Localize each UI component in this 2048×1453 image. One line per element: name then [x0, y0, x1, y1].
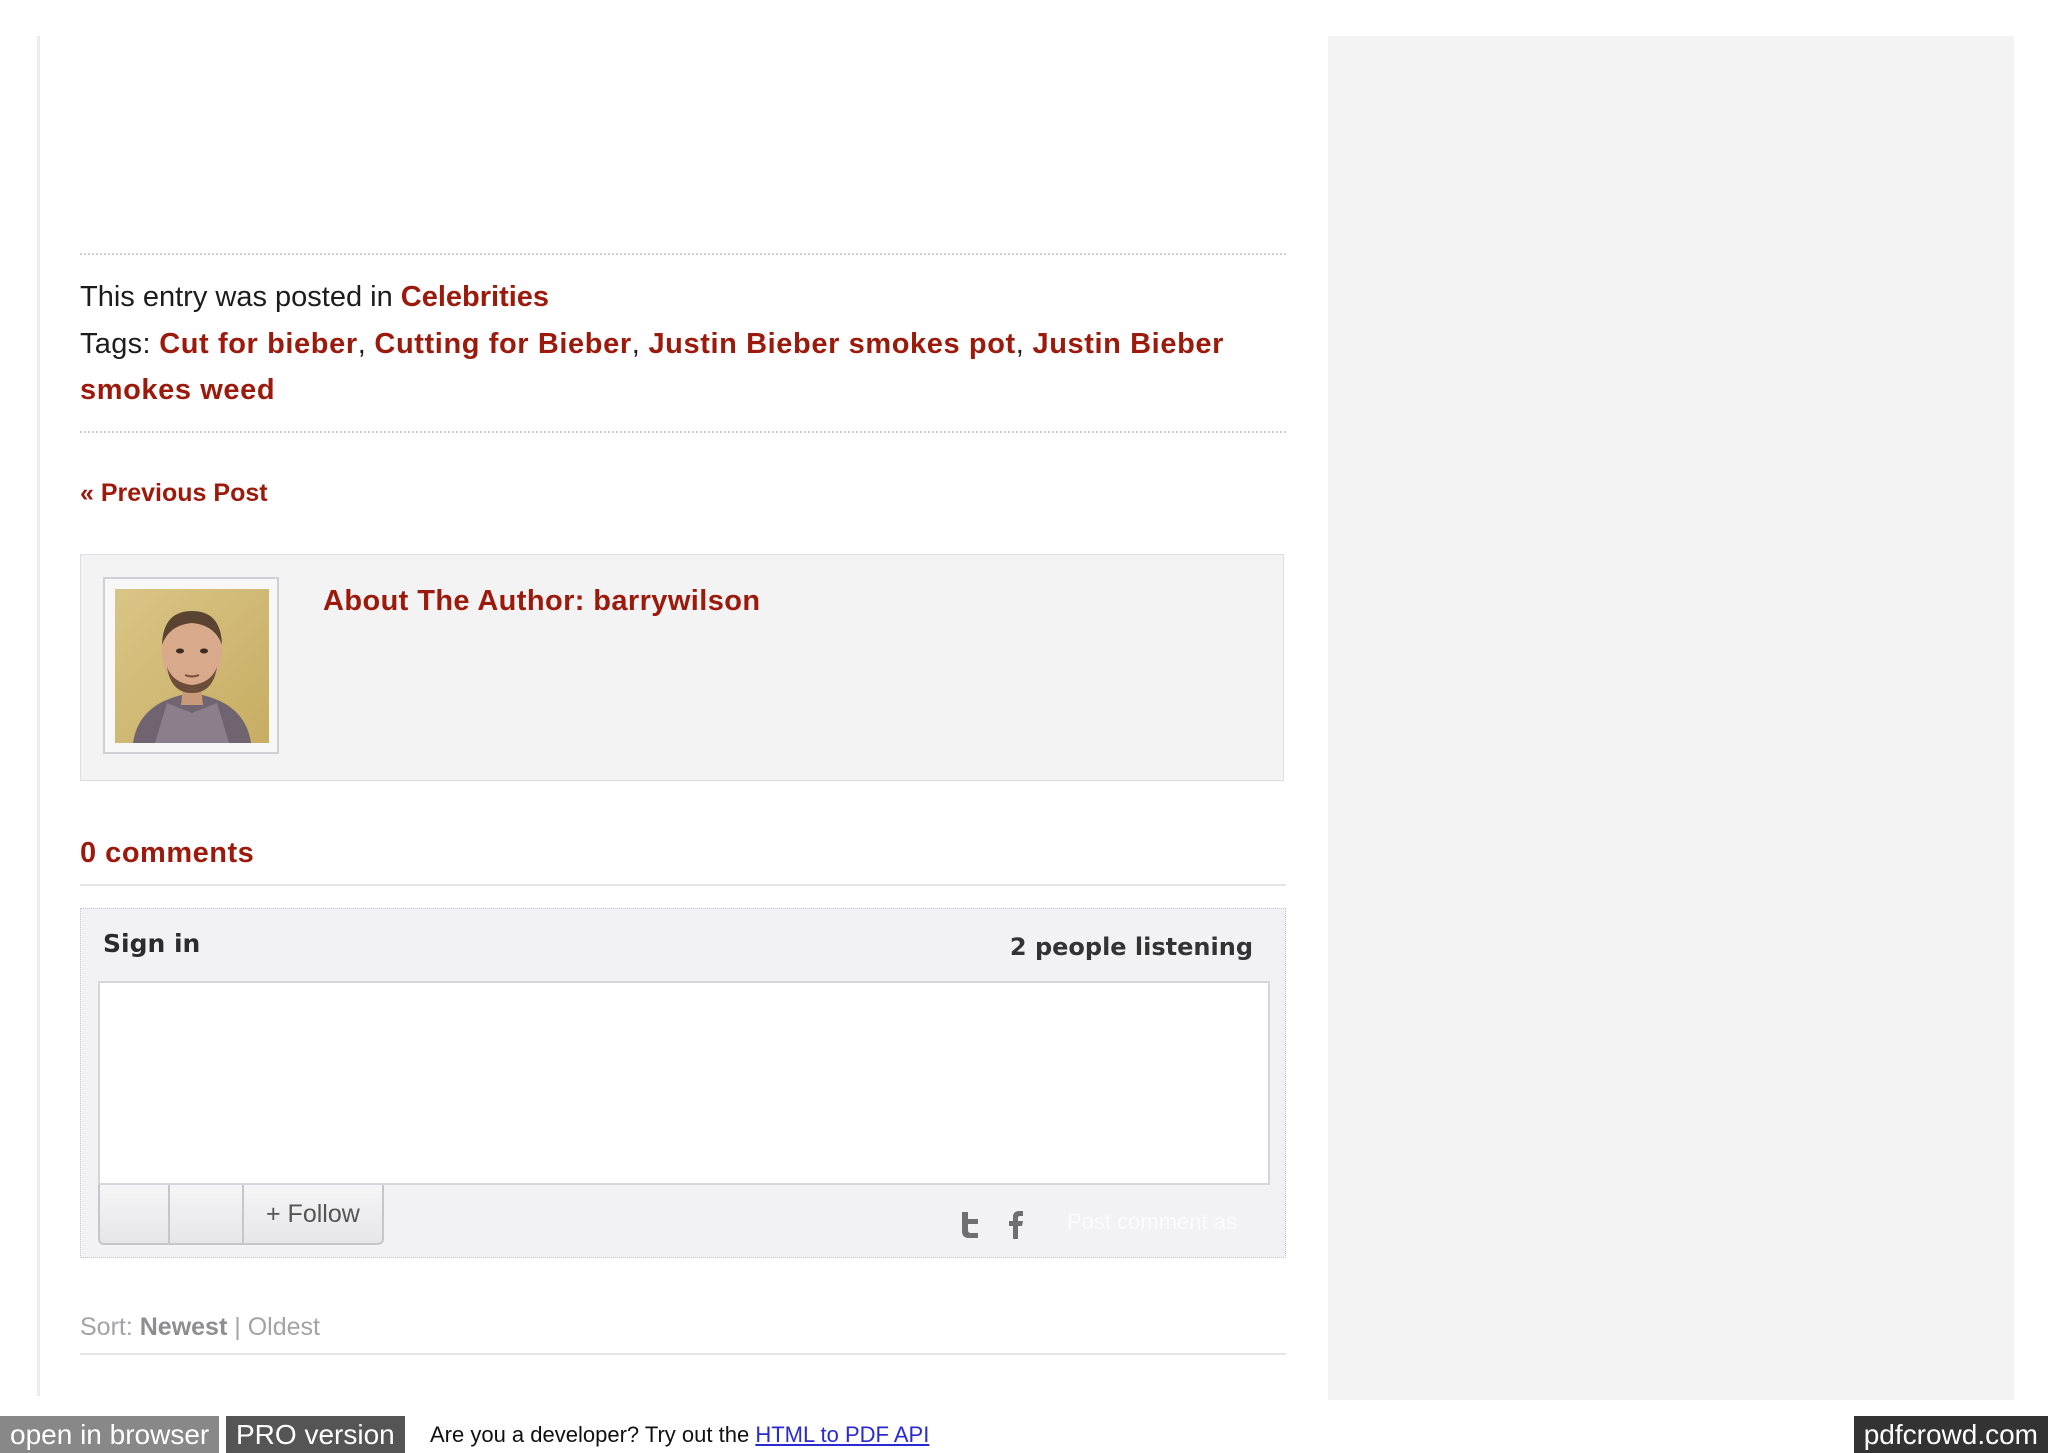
- comment-widget: Sign in 2 people listening + Follow Post…: [80, 908, 1286, 1258]
- tag-separator: ,: [631, 328, 641, 360]
- pro-version-button[interactable]: PRO version: [226, 1416, 405, 1453]
- sort-oldest[interactable]: Oldest: [248, 1313, 320, 1341]
- category-link[interactable]: Celebrities: [401, 281, 549, 313]
- author-title[interactable]: About The Author: barrywilson: [323, 585, 760, 618]
- sort-newest[interactable]: Newest: [140, 1313, 228, 1341]
- sort-controls: Sort: Newest | Oldest: [80, 1313, 320, 1342]
- comment-input[interactable]: [98, 981, 1270, 1185]
- previous-post-link[interactable]: « Previous Post: [80, 479, 268, 508]
- author-box: About The Author: barrywilson: [80, 554, 1284, 781]
- comment-button-group: + Follow: [98, 1185, 384, 1245]
- pdfcrowd-bar: open in browser PRO version Are you a de…: [0, 1416, 2048, 1453]
- comments-divider: [80, 884, 1286, 886]
- listening-count: 2 people listening: [1009, 933, 1253, 961]
- login-button[interactable]: [100, 1185, 170, 1243]
- post-comment-as[interactable]: Post comment as: [1067, 1209, 1237, 1235]
- author-avatar: [115, 589, 269, 743]
- meta-bottom-divider: [80, 431, 1286, 433]
- follow-button[interactable]: + Follow: [244, 1185, 382, 1243]
- author-avatar-frame: [103, 577, 279, 754]
- facebook-icon[interactable]: [1007, 1209, 1025, 1239]
- sidebar: [1328, 36, 2014, 1400]
- sort-divider-line: [80, 1353, 1286, 1355]
- sort-label: Sort:: [80, 1313, 133, 1341]
- tag-separator: ,: [357, 328, 367, 360]
- posted-in-line: This entry was posted in Celebrities: [80, 281, 549, 314]
- tags-line: Tags: Cut for bieber, Cutting for Bieber…: [80, 321, 1286, 413]
- pdfcrowd-brand[interactable]: pdfcrowd.com: [1853, 1416, 2048, 1453]
- meta-top-divider: [80, 253, 1286, 255]
- sign-in-link[interactable]: Sign in: [103, 929, 200, 958]
- comments-count: 0 comments: [80, 837, 255, 869]
- twitter-icon[interactable]: [959, 1211, 981, 1239]
- tag-link[interactable]: Cut for bieber: [159, 328, 358, 360]
- tag-link[interactable]: Justin Bieber smokes pot: [648, 328, 1015, 360]
- developer-prompt-text: Are you a developer? Try out the: [430, 1422, 750, 1447]
- developer-prompt: Are you a developer? Try out the HTML to…: [430, 1416, 929, 1453]
- tag-separator: ,: [1015, 328, 1025, 360]
- tag-link[interactable]: Cutting for Bieber: [374, 328, 631, 360]
- login-button[interactable]: [170, 1185, 244, 1243]
- open-in-browser-button[interactable]: open in browser: [0, 1416, 220, 1453]
- tags-label: Tags:: [80, 328, 151, 360]
- html-to-pdf-api-link[interactable]: HTML to PDF API: [755, 1422, 929, 1447]
- posted-in-label: This entry was posted in: [80, 281, 393, 313]
- left-border: [37, 36, 40, 1396]
- sort-divider: |: [234, 1313, 241, 1341]
